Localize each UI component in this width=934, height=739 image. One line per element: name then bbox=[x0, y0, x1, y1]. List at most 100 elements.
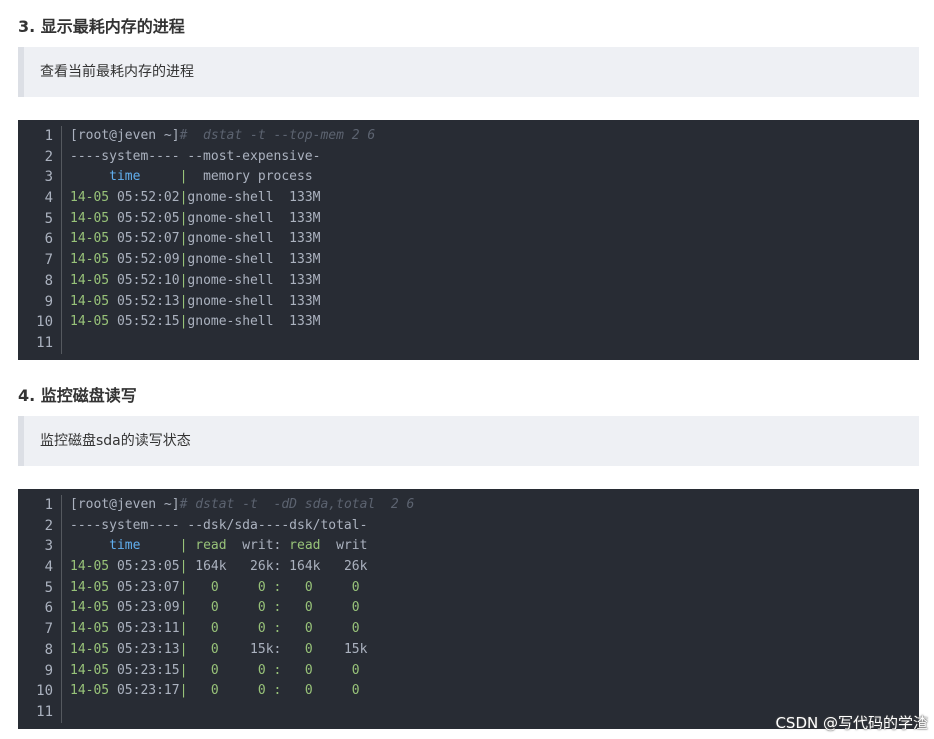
row-date: 14-05 bbox=[70, 272, 110, 288]
row-value: 0 bbox=[281, 579, 313, 595]
shell-command: dstat -t --top-mem 2 6 bbox=[187, 128, 376, 143]
row-value: 0 : bbox=[218, 621, 282, 637]
header-writ: writ: bbox=[226, 538, 282, 554]
line-number: 5 bbox=[44, 579, 53, 596]
watermark: CSDN @写代码的学渣 bbox=[775, 714, 928, 732]
row-value: 0 bbox=[187, 600, 219, 616]
row-date: 14-05 bbox=[70, 231, 110, 247]
line-number: 7 bbox=[44, 621, 53, 638]
quote-disk: 监控磁盘sda的读写状态 bbox=[18, 416, 919, 466]
row-process: gnome-shell 133M bbox=[187, 293, 321, 309]
row-value: 0 bbox=[281, 683, 313, 699]
row-time: 05:52:09 bbox=[116, 252, 180, 268]
row-process: gnome-shell 133M bbox=[187, 231, 321, 247]
row-time: 05:23:11 bbox=[116, 621, 180, 637]
row-value: 0 : bbox=[218, 683, 282, 699]
row-time: 05:52:13 bbox=[116, 293, 180, 309]
line-number: 6 bbox=[44, 600, 53, 617]
row-process: gnome-shell 133M bbox=[187, 272, 321, 288]
section-heading-top-mem: 3. 显示最耗内存的进程 bbox=[18, 17, 185, 36]
row-time: 05:52:15 bbox=[116, 314, 180, 330]
row-value: 0 bbox=[281, 641, 313, 657]
line-number: 1 bbox=[44, 497, 53, 513]
header-memory-process: memory process bbox=[187, 169, 313, 185]
code-line-command: [root@jeven ~]# dstat -t --top-mem 2 6 bbox=[70, 126, 909, 147]
row-value: 0 bbox=[187, 579, 219, 595]
row-date: 14-05 bbox=[70, 559, 110, 575]
row-value: 15k: bbox=[218, 641, 282, 657]
row-date: 14-05 bbox=[70, 210, 110, 226]
row-value: 0 bbox=[312, 662, 360, 678]
row-process: gnome-shell 133M bbox=[187, 314, 321, 330]
line-number: 10 bbox=[36, 683, 53, 700]
line-number: 2 bbox=[44, 148, 53, 165]
output-row: 14-05 05:52:02|gnome-shell 133M bbox=[70, 188, 909, 209]
row-value: 0 : bbox=[218, 600, 282, 616]
row-time: 05:23:05 bbox=[116, 559, 180, 575]
code-line-command: [root@jeven ~]# dstat -t -dD sda,total 2… bbox=[70, 495, 909, 516]
row-value: 26k bbox=[320, 559, 368, 575]
shell-prompt: [root@jeven ~] bbox=[70, 128, 180, 143]
row-time: 05:23:17 bbox=[116, 683, 180, 699]
row-time: 05:23:13 bbox=[116, 641, 180, 657]
row-time: 05:52:07 bbox=[116, 231, 180, 247]
code-block-top-mem: 1 2 3 4 5 6 7 8 9 10 11 [root@jeven ~]# … bbox=[18, 120, 919, 360]
row-value: 15k bbox=[312, 641, 368, 657]
row-date: 14-05 bbox=[70, 293, 110, 309]
output-row: 14-05 05:52:10|gnome-shell 133M bbox=[70, 271, 909, 292]
row-date: 14-05 bbox=[70, 190, 110, 206]
row-date: 14-05 bbox=[70, 252, 110, 268]
row-time: 05:52:10 bbox=[116, 272, 180, 288]
row-value: 26k: bbox=[226, 559, 282, 575]
line-number: 2 bbox=[44, 517, 53, 534]
quote-text: 查看当前最耗内存的进程 bbox=[40, 64, 194, 80]
row-time: 05:52:05 bbox=[116, 210, 180, 226]
line-number: 4 bbox=[44, 559, 53, 576]
code-line-header: ----system---- --dsk/sda----dsk/total- bbox=[70, 517, 368, 533]
row-date: 14-05 bbox=[70, 641, 110, 657]
header-read: read bbox=[281, 538, 321, 554]
code-line-header: time | read writ: read writ bbox=[70, 536, 909, 557]
header-time: time bbox=[109, 538, 141, 554]
row-date: 14-05 bbox=[70, 579, 110, 595]
row-time: 05:23:07 bbox=[116, 579, 180, 595]
row-value: 0 bbox=[187, 621, 219, 637]
row-date: 14-05 bbox=[70, 683, 110, 699]
header-time: time bbox=[109, 169, 141, 185]
output-row: 14-05 05:23:15| 0 0 : 0 0 bbox=[70, 661, 909, 682]
row-date: 14-05 bbox=[70, 662, 110, 678]
line-number: 9 bbox=[44, 662, 53, 679]
quote-text: 监控磁盘sda的读写状态 bbox=[40, 433, 191, 449]
line-number: 5 bbox=[44, 210, 53, 227]
line-number: 11 bbox=[36, 334, 53, 351]
row-value: 0 bbox=[312, 579, 360, 595]
shell-prompt: [root@jeven ~] bbox=[70, 497, 180, 512]
line-number: 8 bbox=[44, 641, 53, 658]
output-row: 14-05 05:52:13|gnome-shell 133M bbox=[70, 292, 909, 313]
code-lines: [root@jeven ~]# dstat -t --top-mem 2 6 -… bbox=[70, 126, 909, 354]
line-number: 9 bbox=[44, 293, 53, 310]
output-row: 14-05 05:52:07|gnome-shell 133M bbox=[70, 229, 909, 250]
row-process: gnome-shell 133M bbox=[187, 210, 321, 226]
row-value: 0 bbox=[312, 600, 360, 616]
code-block-disk: 1 2 3 4 5 6 7 8 9 10 11 [root@jeven ~]# … bbox=[18, 489, 919, 729]
row-value: 0 : bbox=[218, 662, 282, 678]
output-row: 14-05 05:52:09|gnome-shell 133M bbox=[70, 250, 909, 271]
row-time: 05:23:15 bbox=[116, 662, 180, 678]
row-date: 14-05 bbox=[70, 600, 110, 616]
section-heading-disk: 4. 监控磁盘读写 bbox=[18, 386, 137, 405]
line-number: 6 bbox=[44, 231, 53, 248]
header-writ: writ bbox=[320, 538, 368, 554]
line-number: 10 bbox=[36, 314, 53, 331]
row-date: 14-05 bbox=[70, 621, 110, 637]
row-value: 0 bbox=[281, 662, 313, 678]
line-number: 11 bbox=[36, 703, 53, 720]
row-time: 05:23:09 bbox=[116, 600, 180, 616]
row-value: 0 : bbox=[218, 579, 282, 595]
output-row: 14-05 05:52:15|gnome-shell 133M bbox=[70, 312, 909, 333]
